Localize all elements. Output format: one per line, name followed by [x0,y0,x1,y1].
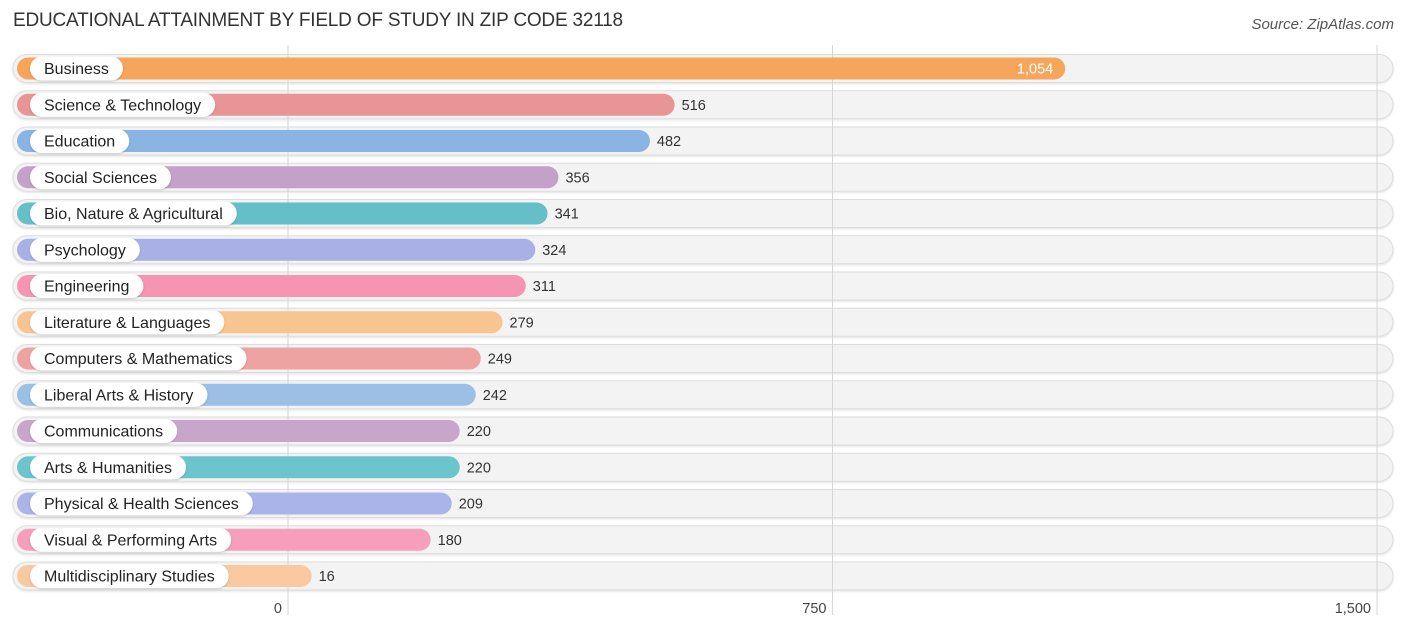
category-label: Science & Technology [44,97,201,114]
bar-group: Science & Technology 516 [17,92,706,117]
category-label: Multidisciplinary Studies [44,569,215,586]
value-label: 279 [510,315,534,331]
bar-group: Engineering 311 [17,274,556,298]
bar-group: Business 1,054 [17,56,1066,81]
value-label: 324 [542,243,566,259]
bar-group: Education 482 [17,129,681,153]
bar-group: Communications 220 [17,419,491,443]
bar-group: Visual & Performing Arts 180 [17,527,462,552]
value-label: 220 [467,460,491,476]
category-label: Literature & Languages [44,315,210,332]
bar-group: Physical & Health Sciences 209 [17,491,483,516]
category-label: Arts & Humanities [44,460,172,477]
value-label: 1,054 [1017,62,1053,78]
value-label: 482 [657,134,681,150]
category-label: Visual & Performing Arts [44,532,217,549]
value-label: 16 [319,569,335,585]
value-label: 180 [438,533,462,549]
category-label: Physical & Health Sciences [44,496,239,513]
category-label: Engineering [44,279,129,296]
category-label: Liberal Arts & History [44,387,193,404]
bar-group: Multidisciplinary Studies 16 [17,564,335,588]
category-label: Business [44,61,109,78]
x-tick-label: 0 [274,601,282,617]
bar-group: Computers & Mathematics 249 [17,346,512,371]
value-label: 249 [488,352,512,368]
bar-group: Bio, Nature & Agricultural 341 [17,201,579,226]
category-label: Psychology [44,242,126,259]
value-label: 311 [533,279,556,295]
x-tick-label: 1,500 [1335,601,1371,617]
category-label: Social Sciences [44,170,157,187]
bar-chart: Business 1,054Science & Technology 516Educ… [12,45,1394,617]
value-label: 209 [459,497,483,513]
value-label: 242 [483,388,507,404]
value-label: 516 [682,98,706,114]
category-label: Education [44,134,115,151]
value-label: 356 [565,170,589,186]
category-label: Computers & Mathematics [44,351,233,368]
bar-group: Liberal Arts & History 242 [17,382,507,407]
category-label: Bio, Nature & Agricultural [44,206,223,223]
bar[interactable] [17,57,1066,80]
bar-group: Social Sciences 356 [17,165,590,190]
bar-group: Psychology 324 [17,237,566,262]
x-tick-label: 750 [802,601,826,617]
category-label: Communications [44,424,163,441]
bar-group: Literature & Languages 279 [17,310,534,335]
bar-group: Arts & Humanities 220 [17,455,491,480]
value-label: 341 [555,207,579,223]
value-label: 220 [467,424,491,440]
